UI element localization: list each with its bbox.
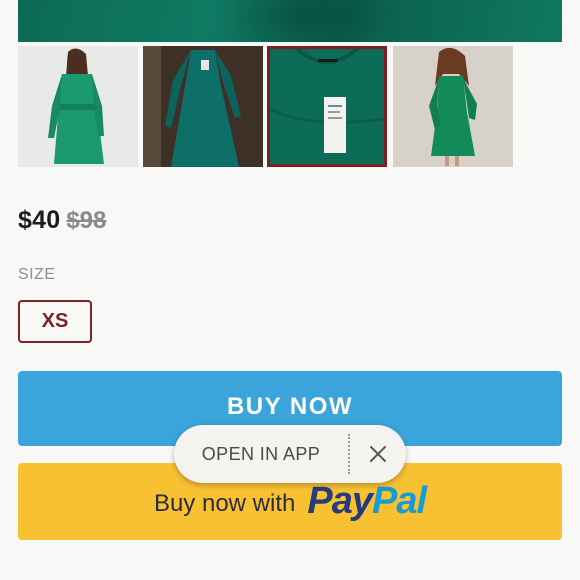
size-option-xs[interactable]: XS [18, 300, 92, 343]
close-banner-button[interactable] [350, 425, 406, 483]
thumbnail-dress-model[interactable] [393, 46, 513, 167]
thumbnail-dress-tag-selected[interactable] [267, 46, 387, 167]
dress-hanger-image [143, 46, 263, 167]
open-in-app-banner: OPEN IN APP [174, 425, 406, 483]
current-price: $40 [18, 206, 61, 234]
product-main-image[interactable] [18, 0, 562, 42]
dress-front-image [18, 46, 138, 167]
close-icon [370, 446, 386, 462]
paypal-logo: PayPal [307, 480, 427, 523]
open-in-app-button[interactable]: OPEN IN APP [174, 444, 348, 465]
paypal-logo-pay: Pay [307, 480, 373, 522]
paypal-logo-pal: Pal [371, 480, 427, 522]
price-row: $40 $98 [18, 206, 106, 238]
dress-tag-image [270, 49, 384, 164]
thumbnail-dress-front[interactable] [18, 46, 138, 167]
paypal-lead-text: Buy now with [153, 489, 296, 517]
dress-model-image [393, 46, 513, 167]
original-price: $98 [66, 207, 107, 234]
size-label: SIZE [18, 266, 56, 283]
thumbnail-dress-hanger[interactable] [143, 46, 263, 167]
